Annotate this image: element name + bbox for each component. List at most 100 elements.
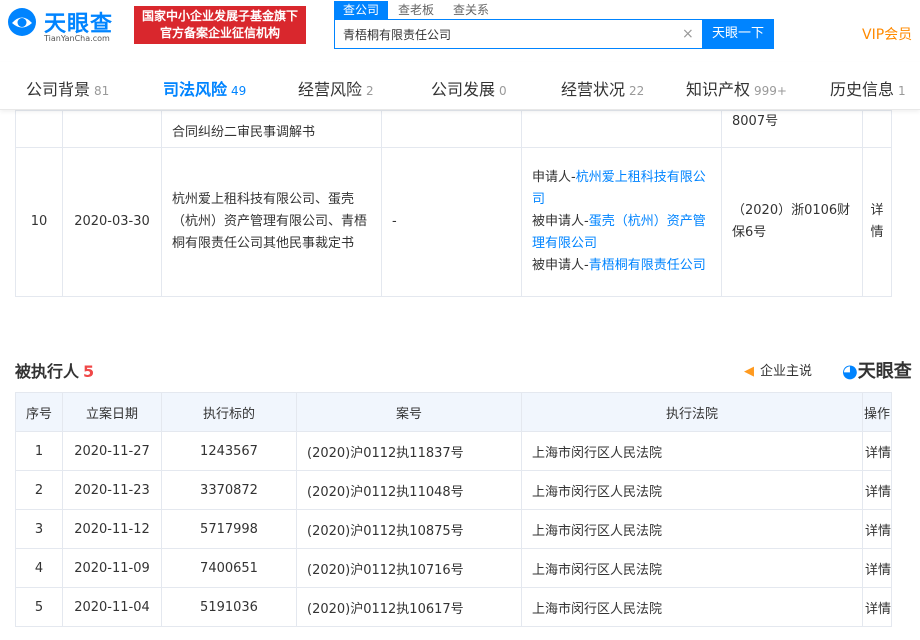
case-number: (2020)沪0112执11048号 [296, 470, 522, 510]
case-number: (2020)沪0112执10875号 [296, 509, 522, 549]
detail-link[interactable]: 详情 [862, 431, 892, 471]
doc-title-link[interactable]: 杭州爱上租科技有限公司、蛋壳（杭州）资产管理有限公司、青梧桐有限责任公司其他民事… [161, 147, 382, 297]
table-row: 合同纠纷二审民事调解书 8007号 [15, 110, 892, 148]
nav-label: 司法风险 [163, 80, 228, 99]
row-index: 10 [15, 147, 63, 297]
filing-date: 2020-11-04 [62, 587, 162, 627]
filing-date: 2020-11-12 [62, 509, 162, 549]
filing-date: 2020-11-23 [62, 470, 162, 510]
nav-company-development[interactable]: 公司发展 0 [431, 76, 507, 100]
section-title: 被执行人 5 [15, 358, 94, 382]
nav-intellectual-property[interactable]: 知识产权 999+ [686, 76, 787, 100]
speaker-icon: ◀ [744, 364, 754, 379]
party-role: 申请人- [532, 170, 576, 185]
case-number-tail: 8007号 [732, 114, 779, 129]
nav-count: 2 [366, 84, 374, 98]
table-header-row: 序号 立案日期 执行标的 案号 执行法院 操作 [15, 392, 892, 432]
column-header: 序号 [15, 392, 63, 432]
detail-link[interactable]: 详情 [862, 548, 892, 588]
table-cell [381, 110, 522, 148]
table-cell [62, 110, 162, 148]
table-cell [862, 110, 892, 148]
execution-amount: 3370872 [161, 470, 297, 510]
filing-date: 2020-11-09 [62, 548, 162, 588]
case-number: （2020）浙0106财保6号 [721, 147, 863, 297]
nav-label: 历史信息 [830, 80, 895, 99]
search-button[interactable]: 天眼一下 [702, 19, 774, 49]
brand-watermark: ◕天眼查 [842, 357, 912, 383]
filing-date: 2020-11-27 [62, 431, 162, 471]
court-name: 上海市闵行区人民法院 [521, 548, 863, 588]
tab-search-relation[interactable]: 查关系 [453, 1, 489, 19]
logo-eye-icon: ◕ [842, 361, 858, 382]
brand-text: 天眼查 [857, 361, 912, 382]
executed-person-table: 序号 立案日期 执行标的 案号 执行法院 操作 1 2020-11-27 124… [15, 392, 892, 627]
execution-amount: 5717998 [161, 509, 297, 549]
column-header: 案号 [296, 392, 522, 432]
legal-documents-table: 合同纠纷二审民事调解书 8007号 10 2020-03-30 杭州爱上租科技有… [15, 110, 892, 297]
section-nav: 公司背景 81 司法风险 49 经营风险 2 公司发展 0 经营状况 22 知识产权 999… [0, 62, 920, 110]
row-date: 2020-03-30 [62, 147, 162, 297]
nav-count: 81 [94, 84, 110, 98]
tab-search-company[interactable]: 查公司 [334, 1, 389, 19]
column-header: 执行标的 [161, 392, 297, 432]
search-input[interactable] [343, 20, 673, 48]
detail-link[interactable]: 详情 [862, 587, 892, 627]
row-index: 2 [15, 470, 63, 510]
row-index: 1 [15, 431, 63, 471]
detail-link[interactable]: 详情 [862, 509, 892, 549]
table-row: 5 2020-11-04 5191036 (2020)沪0112执10617号 … [15, 587, 892, 627]
table-cell [521, 110, 722, 148]
column-header: 操作 [862, 392, 892, 432]
table-row: 10 2020-03-30 杭州爱上租科技有限公司、蛋壳（杭州）资产管理有限公司… [15, 147, 892, 297]
nav-label: 公司发展 [431, 80, 496, 99]
party-link-respondent[interactable]: 青梧桐有限责任公司 [589, 258, 706, 273]
case-number: (2020)沪0112执10716号 [296, 548, 522, 588]
tianyancha-logo[interactable]: 天眼查 TianYanCha.com [6, 6, 126, 44]
search-box: × [334, 19, 703, 49]
official-badge: 国家中小企业发展子基金旗下 官方备案企业征信机构 [134, 6, 306, 44]
table-row: 3 2020-11-12 5717998 (2020)沪0112执10875号 … [15, 509, 892, 549]
row-index: 3 [15, 509, 63, 549]
detail-link[interactable]: 详情 [862, 147, 892, 297]
clear-icon[interactable]: × [682, 26, 694, 42]
badge-line-1: 国家中小企业发展子基金旗下 [141, 9, 298, 23]
court-name: 上海市闵行区人民法院 [521, 509, 863, 549]
nav-operating-risk[interactable]: 经营风险 2 [298, 76, 374, 100]
party-role: 被申请人- [532, 214, 589, 229]
court-name: 上海市闵行区人民法院 [521, 431, 863, 471]
nav-count: 49 [231, 84, 247, 98]
column-header: 执行法院 [521, 392, 863, 432]
logo-domain: TianYanCha.com [44, 34, 110, 43]
badge-line-2: 官方备案企业征信机构 [159, 26, 280, 40]
execution-amount: 5191036 [161, 587, 297, 627]
doc-title-cell[interactable]: 合同纠纷二审民事调解书 [161, 110, 382, 148]
table-row: 1 2020-11-27 1243567 (2020)沪0112执11837号 … [15, 431, 892, 471]
enterprise-say-link[interactable]: ◀ 企业主说 [744, 360, 812, 379]
nav-business-status[interactable]: 经营状况 22 [561, 76, 644, 100]
table-row: 4 2020-11-09 7400651 (2020)沪0112执10716号 … [15, 548, 892, 588]
nav-judicial-risk[interactable]: 司法风险 49 [163, 76, 246, 100]
nav-label: 经营状况 [561, 80, 626, 99]
logo-eye-icon [8, 8, 36, 36]
detail-link[interactable]: 详情 [862, 470, 892, 510]
vip-link[interactable]: VIP会员 [862, 24, 912, 44]
table-row: 2 2020-11-23 3370872 (2020)沪0112执11048号 … [15, 470, 892, 510]
column-header: 立案日期 [62, 392, 162, 432]
row-index: 4 [15, 548, 63, 588]
court-name: 上海市闵行区人民法院 [521, 587, 863, 627]
section-title-text: 被执行人 [15, 362, 80, 381]
nav-history[interactable]: 历史信息 1 [830, 76, 906, 100]
tab-search-boss[interactable]: 查老板 [398, 1, 434, 19]
party-role: 被申请人- [532, 258, 589, 273]
nav-company-background[interactable]: 公司背景 81 [26, 76, 109, 100]
row-dash: - [381, 147, 522, 297]
court-name: 上海市闵行区人民法院 [521, 470, 863, 510]
case-number: (2020)沪0112执10617号 [296, 587, 522, 627]
nav-label: 公司背景 [26, 80, 91, 99]
nav-count: 0 [499, 84, 507, 98]
enterprise-say-label: 企业主说 [760, 364, 813, 379]
nav-count: 999+ [754, 84, 787, 98]
nav-count: 22 [629, 84, 645, 98]
case-number-cell: 8007号 [721, 110, 863, 148]
